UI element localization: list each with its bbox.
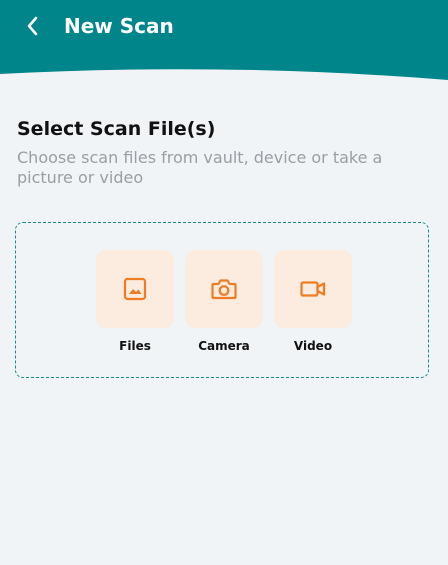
files-tile[interactable] xyxy=(96,250,174,328)
back-button[interactable] xyxy=(18,11,48,41)
camera-icon xyxy=(211,279,237,300)
video-option-button[interactable]: Video xyxy=(274,250,352,362)
app-header: New Scan xyxy=(0,0,448,82)
files-label: Files xyxy=(119,339,151,353)
section-title: Select Scan File(s) xyxy=(17,118,216,140)
files-option-button[interactable]: Files xyxy=(96,250,174,362)
camera-tile[interactable] xyxy=(185,250,263,328)
video-tile[interactable] xyxy=(274,250,352,328)
video-icon xyxy=(300,281,326,297)
section-subtitle: Choose scan files from vault, device or … xyxy=(17,148,383,187)
camera-label: Camera xyxy=(198,339,250,353)
video-label: Video xyxy=(293,339,333,353)
camera-option-button[interactable]: Camera xyxy=(185,250,263,362)
image-icon xyxy=(123,277,147,301)
chevron-left-icon xyxy=(27,16,38,36)
page-title: New Scan xyxy=(64,14,174,38)
